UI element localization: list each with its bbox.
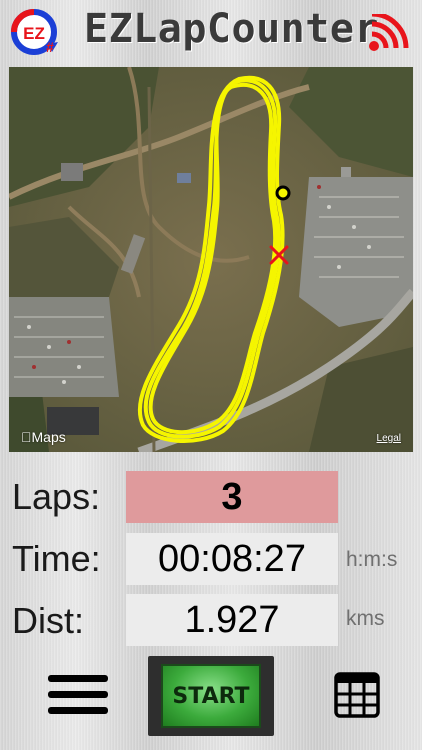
satellite-map[interactable]: Maps Legal	[9, 67, 413, 452]
app-title: EZLapCounter	[84, 6, 379, 52]
dist-value: 1.927	[126, 594, 338, 646]
time-unit: h:m:s	[346, 548, 398, 571]
svg-text:EZ: EZ	[23, 24, 45, 43]
start-button[interactable]: START	[148, 656, 274, 736]
laps-label: Laps:	[12, 476, 101, 517]
dist-label: Dist:	[12, 600, 84, 641]
header: EZ # EZLapCounter	[0, 0, 422, 66]
app-logo: EZ #	[8, 6, 60, 58]
wireless-signal-icon[interactable]	[366, 11, 410, 54]
dist-unit: kms	[346, 607, 385, 630]
time-value: 00:08:27	[126, 533, 338, 585]
table-grid-icon[interactable]	[334, 672, 380, 718]
svg-text:#: #	[46, 39, 54, 55]
start-button-label: START	[161, 664, 261, 728]
hamburger-icon[interactable]	[48, 675, 108, 719]
legal-link[interactable]: Legal	[377, 433, 401, 444]
maps-attribution: Maps	[21, 429, 66, 445]
laps-value: 3	[126, 471, 338, 523]
time-label: Time:	[12, 538, 101, 579]
